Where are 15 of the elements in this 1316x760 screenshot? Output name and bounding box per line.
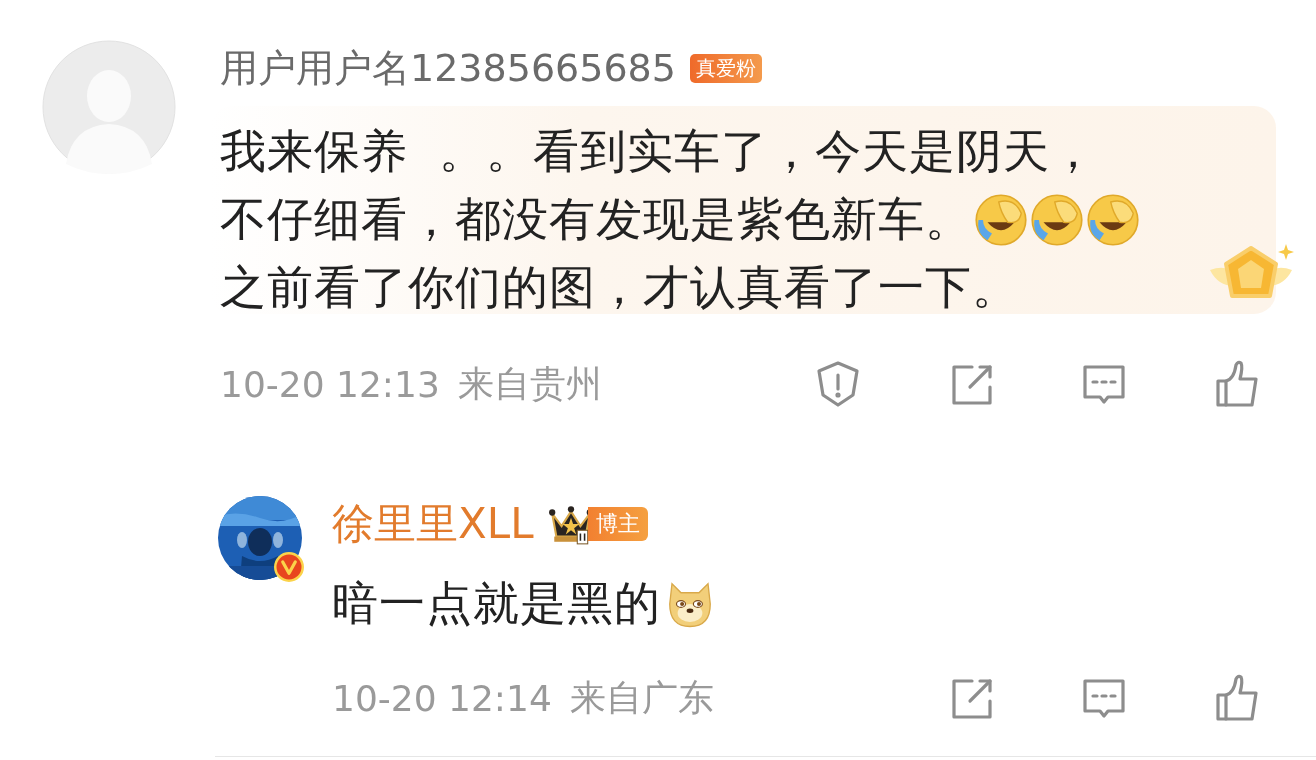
laughing-face-icon [974, 193, 1028, 247]
comment-text: 之前看了你们的图，才认真看了一下。 [220, 259, 1019, 316]
reply-text: 暗一点就是黑的 [332, 575, 661, 632]
username[interactable]: 徐里里XLL [332, 496, 534, 552]
comment-location: 来自贵州 [457, 361, 602, 406]
username[interactable]: 用户用户名12385665685 [220, 42, 676, 94]
reply-time: 10-20 12:14 [332, 677, 552, 719]
role-badge: 博主 [587, 507, 648, 541]
fan-badge: 真爱粉 [689, 53, 762, 83]
laughing-face-icon [1086, 193, 1140, 247]
comment-time: 10-20 12:13 [220, 363, 440, 405]
reply-location: 来自广东 [569, 675, 714, 720]
laughing-face-icon [1030, 193, 1084, 247]
comment-text: 我来保养 。。看到实车了，今天是阴天， [220, 123, 1098, 180]
comment-text: 不仔细看，都没有发现是紫色新车。 [220, 191, 972, 248]
